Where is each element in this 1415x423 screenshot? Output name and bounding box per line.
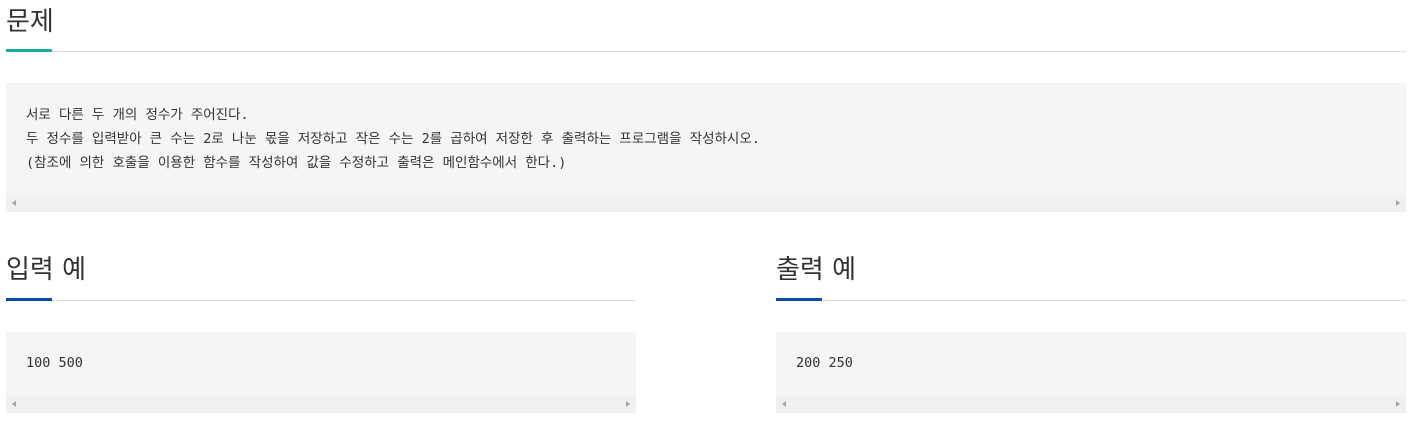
input-example-title: 입력 예 (6, 255, 87, 285)
output-example-title: 출력 예 (776, 255, 857, 285)
problem-heading: 문제 (6, 0, 1406, 54)
input-example-horizontal-scrollbar[interactable] (6, 396, 636, 413)
output-example-horizontal-scrollbar[interactable] (776, 396, 1406, 413)
problem-line-2: 두 정수를 입력받아 큰 수는 2로 나눈 몫을 저장하고 작은 수는 2를 곱… (26, 131, 760, 147)
input-example-accent (6, 298, 52, 301)
input-example-heading: 입력 예 (6, 250, 636, 304)
input-example-box[interactable]: 100 500 (6, 332, 636, 413)
problem-line-3: (참조에 의한 호출을 이용한 함수를 작성하여 값을 수정하고 출력은 메인함… (26, 155, 567, 171)
caret-right-icon[interactable] (1396, 401, 1400, 407)
output-example-heading: 출력 예 (776, 250, 1406, 304)
output-example-divider (776, 300, 1406, 301)
problem-heading-accent (6, 49, 52, 52)
caret-left-icon[interactable] (12, 401, 16, 407)
output-example-text: 200 250 (796, 355, 853, 371)
caret-left-icon[interactable] (12, 200, 16, 206)
problem-description-box[interactable]: 서로 다른 두 개의 정수가 주어진다. 두 정수를 입력받아 큰 수는 2로 … (6, 83, 1406, 212)
problem-title: 문제 (6, 7, 54, 37)
caret-right-icon[interactable] (1396, 200, 1400, 206)
problem-heading-divider (6, 51, 1406, 52)
problem-horizontal-scrollbar[interactable] (6, 195, 1406, 212)
caret-right-icon[interactable] (626, 401, 630, 407)
output-example-box[interactable]: 200 250 (776, 332, 1406, 413)
input-example-text: 100 500 (26, 355, 83, 371)
caret-left-icon[interactable] (782, 401, 786, 407)
problem-description-text: 서로 다른 두 개의 정수가 주어진다. 두 정수를 입력받아 큰 수는 2로 … (26, 103, 760, 175)
input-example-divider (6, 300, 636, 301)
output-example-accent (776, 298, 822, 301)
problem-line-1: 서로 다른 두 개의 정수가 주어진다. (26, 107, 249, 123)
